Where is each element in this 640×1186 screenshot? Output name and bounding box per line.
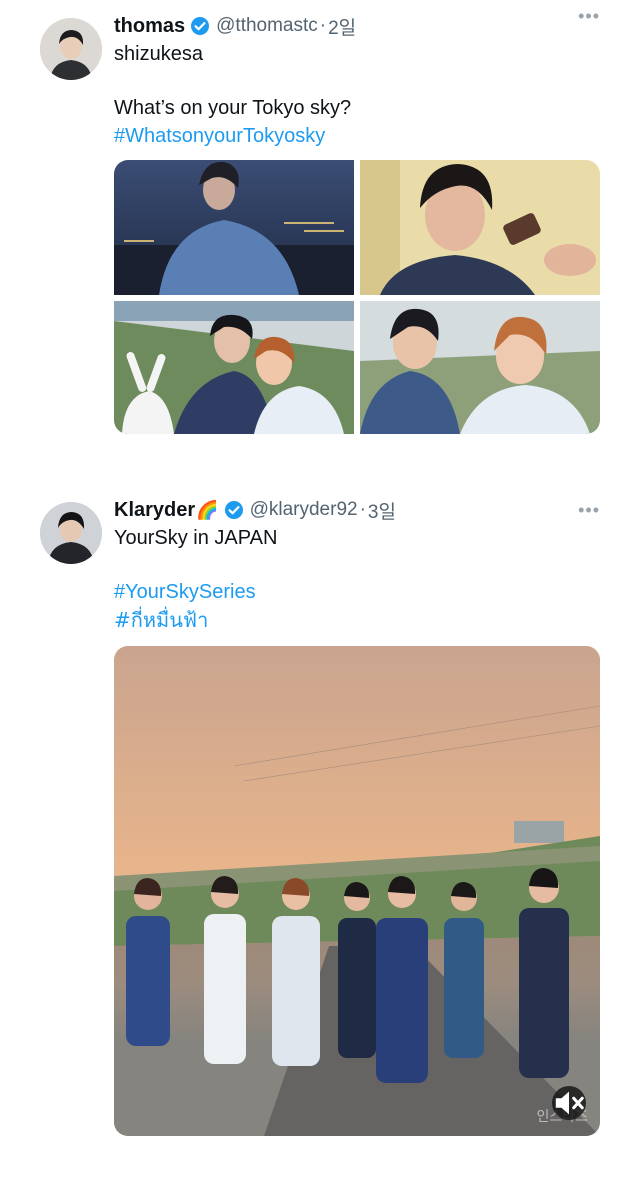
more-icon[interactable]: ••• [578, 500, 600, 521]
tweet-text-line: shizukesa [114, 43, 203, 65]
tweet-header: Klaryder 🌈 @klaryder92 · 3일 [114, 496, 610, 524]
tweet-thomas[interactable]: thomas @tthomastc · 2일 ••• shizukesa Wha… [0, 0, 640, 450]
photo-1[interactable] [114, 160, 354, 295]
tweet-text-line: YourSky in JAPAN [114, 527, 278, 549]
rainbow-emoji: 🌈 [196, 499, 219, 520]
hashtag-link[interactable]: #WhatsonyourTokyosky [114, 122, 325, 150]
avatar[interactable] [40, 18, 102, 80]
hashtag-link[interactable]: #กี่หมื่นฟ้า [114, 606, 208, 634]
photo-3[interactable] [114, 301, 354, 434]
tweet-header: thomas @tthomastc · 2일 [114, 12, 610, 40]
timestamp[interactable]: 2일 [328, 13, 356, 40]
verified-badge-icon [190, 16, 210, 36]
verified-badge-icon [224, 500, 244, 520]
more-icon[interactable]: ••• [578, 6, 600, 27]
separator-dot: · [359, 499, 366, 520]
display-name[interactable]: Klaryder [114, 499, 195, 522]
display-name[interactable]: thomas [114, 15, 185, 38]
user-handle[interactable]: @tthomastc [216, 15, 318, 37]
mute-icon[interactable] [552, 1086, 586, 1120]
photo-grid [114, 160, 600, 434]
timestamp[interactable]: 3일 [368, 497, 396, 524]
tweet-klaryder[interactable]: Klaryder 🌈 @klaryder92 · 3일 ••• YourSky … [0, 480, 640, 1186]
avatar[interactable] [40, 502, 102, 564]
hashtag-link[interactable]: #YourSkySeries [114, 578, 256, 606]
video-player[interactable]: 인스타즈 [114, 646, 600, 1136]
photo-2[interactable] [360, 160, 600, 295]
user-handle[interactable]: @klaryder92 [250, 499, 358, 521]
separator-dot: · [319, 15, 327, 36]
photo-4[interactable] [360, 301, 600, 434]
tweet-text-line: What’s on your Tokyo sky? [114, 97, 352, 119]
